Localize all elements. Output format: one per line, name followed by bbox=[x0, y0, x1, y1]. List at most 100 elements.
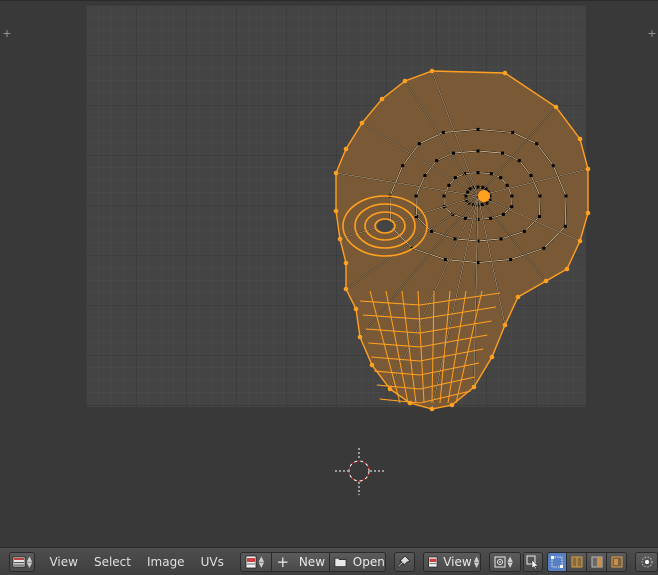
uv-canvas[interactable] bbox=[0, 1, 658, 548]
open-label: Open bbox=[352, 554, 385, 569]
uv-vertex[interactable] bbox=[563, 224, 567, 228]
uv-vertex-selected[interactable] bbox=[429, 406, 435, 412]
uv-vertex[interactable] bbox=[442, 194, 446, 198]
chevron-updown-icon: ▲ ▼ bbox=[258, 554, 265, 569]
uv-vertex-selected[interactable] bbox=[379, 96, 385, 102]
uv-vertex-selected[interactable] bbox=[577, 136, 583, 142]
uv-edge-select-button[interactable] bbox=[567, 551, 588, 572]
uv-vertex[interactable] bbox=[538, 214, 542, 218]
uv-vertex-selected[interactable] bbox=[429, 68, 435, 74]
uv-vertex-selected[interactable] bbox=[333, 170, 339, 176]
view-mode-selector[interactable]: View ▲ ▼ bbox=[422, 551, 481, 572]
uv-vertex-selected[interactable] bbox=[343, 146, 349, 152]
pin-button[interactable] bbox=[393, 551, 415, 572]
uv-vertex-selected[interactable] bbox=[359, 120, 365, 126]
uv-vertex[interactable] bbox=[481, 185, 485, 189]
uv-vertex-selected[interactable] bbox=[333, 208, 339, 214]
new-label: New bbox=[298, 554, 326, 569]
image-browse-button[interactable]: ▲ ▼ bbox=[239, 551, 272, 572]
uv-vertex[interactable] bbox=[538, 194, 542, 198]
uv-vertex-selected[interactable] bbox=[449, 402, 455, 408]
uv-vertex[interactable] bbox=[435, 159, 439, 163]
uv-vertex[interactable] bbox=[447, 183, 451, 187]
pivot-icon bbox=[494, 556, 506, 567]
uv-vertex[interactable] bbox=[489, 172, 493, 176]
sticky-selection-mode-button[interactable] bbox=[635, 551, 658, 572]
uv-vertex[interactable] bbox=[476, 185, 480, 189]
uv-vertex[interactable] bbox=[476, 171, 480, 175]
uv-vertex[interactable] bbox=[423, 174, 427, 178]
region-expand-left-icon[interactable]: + bbox=[1, 28, 13, 40]
uv-vertex[interactable] bbox=[505, 183, 509, 187]
menu-image[interactable]: Image bbox=[139, 552, 193, 572]
uv-vertex[interactable] bbox=[463, 216, 467, 220]
uv-vertex-selected[interactable] bbox=[343, 286, 349, 292]
uv-vertex-selected[interactable] bbox=[489, 354, 495, 360]
uv-vertex[interactable] bbox=[517, 159, 521, 163]
uv-vertex-selected[interactable] bbox=[543, 278, 549, 284]
uv-vertex-selected[interactable] bbox=[471, 384, 477, 390]
uv-vertex-cluster[interactable] bbox=[478, 190, 490, 202]
uv-vertex-selected[interactable] bbox=[353, 306, 359, 312]
uv-vertex[interactable] bbox=[453, 176, 457, 180]
uv-vertex[interactable] bbox=[501, 212, 505, 216]
image-browse-icon bbox=[427, 556, 437, 567]
uv-vertex[interactable] bbox=[564, 194, 568, 198]
uv-image-editor[interactable]: + + bbox=[0, 0, 658, 547]
uv-vertex[interactable] bbox=[417, 142, 421, 146]
uv-vertex-selected[interactable] bbox=[553, 104, 559, 110]
uv-vertex[interactable] bbox=[443, 258, 447, 262]
uv-vertex[interactable] bbox=[464, 194, 468, 198]
region-expand-right-icon[interactable]: + bbox=[646, 28, 658, 40]
uv-vertex[interactable] bbox=[510, 194, 514, 198]
uv-vertex-selected[interactable] bbox=[387, 386, 393, 392]
sticky-select-button[interactable] bbox=[522, 551, 544, 572]
uv-vertex[interactable] bbox=[510, 205, 514, 209]
uv-vertex[interactable] bbox=[452, 151, 456, 155]
uv-vertex[interactable] bbox=[529, 174, 533, 178]
pivot-selector[interactable]: ▲ ▼ bbox=[488, 551, 521, 572]
new-image-button[interactable]: + New bbox=[271, 551, 330, 572]
open-image-button[interactable]: Open bbox=[329, 551, 386, 572]
uv-vertex[interactable] bbox=[499, 176, 503, 180]
uv-vertex-selected[interactable] bbox=[502, 70, 508, 76]
uv-vertex-selected[interactable] bbox=[577, 238, 583, 244]
sticky-vertex-icon bbox=[641, 556, 653, 567]
uv-vertex[interactable] bbox=[499, 237, 503, 241]
uv-vertex-selected[interactable] bbox=[564, 266, 570, 272]
uv-vertex-selected[interactable] bbox=[337, 236, 343, 242]
uv-vertex[interactable] bbox=[551, 164, 555, 168]
uv-vertex[interactable] bbox=[500, 151, 504, 155]
uv-vertex[interactable] bbox=[509, 258, 513, 262]
uv-island-select-button[interactable] bbox=[607, 551, 628, 572]
uv-vertex[interactable] bbox=[542, 246, 546, 250]
uv-vertex[interactable] bbox=[535, 142, 539, 146]
uv-vertex[interactable] bbox=[453, 237, 457, 241]
uv-vertex-selected[interactable] bbox=[585, 210, 591, 216]
uv-vertex[interactable] bbox=[511, 130, 515, 134]
uv-vertex-selected[interactable] bbox=[369, 362, 375, 368]
uv-vertex[interactable] bbox=[485, 201, 489, 205]
uv-vertex[interactable] bbox=[489, 216, 493, 220]
uv-vertex-selected[interactable] bbox=[585, 166, 591, 172]
uv-vertex[interactable] bbox=[414, 194, 418, 198]
menu-select[interactable]: Select bbox=[86, 552, 139, 572]
uv-vertex[interactable] bbox=[441, 130, 445, 134]
menu-uvs[interactable]: UVs bbox=[193, 552, 232, 572]
uv-vertex-selected[interactable] bbox=[343, 260, 349, 266]
uv-vertex-select-button[interactable] bbox=[547, 551, 568, 572]
uv-face-select-button[interactable] bbox=[587, 551, 608, 572]
menu-view[interactable]: View bbox=[41, 552, 85, 572]
uv-vertex-selected[interactable] bbox=[502, 322, 508, 328]
editor-type-selector[interactable]: ▲ ▼ bbox=[9, 551, 36, 572]
uv-vertex[interactable] bbox=[430, 229, 434, 233]
uv-vertex[interactable] bbox=[522, 229, 526, 233]
uv-vertex[interactable] bbox=[476, 127, 480, 131]
uv-vertex-selected[interactable] bbox=[407, 400, 413, 406]
uv-vertex[interactable] bbox=[476, 149, 480, 153]
uv-vertex-selected[interactable] bbox=[402, 78, 408, 84]
2d-cursor-icon[interactable] bbox=[335, 448, 384, 495]
uv-vertex[interactable] bbox=[401, 164, 405, 168]
uv-vertex-selected[interactable] bbox=[515, 294, 521, 300]
uv-vertex-selected[interactable] bbox=[357, 334, 363, 340]
